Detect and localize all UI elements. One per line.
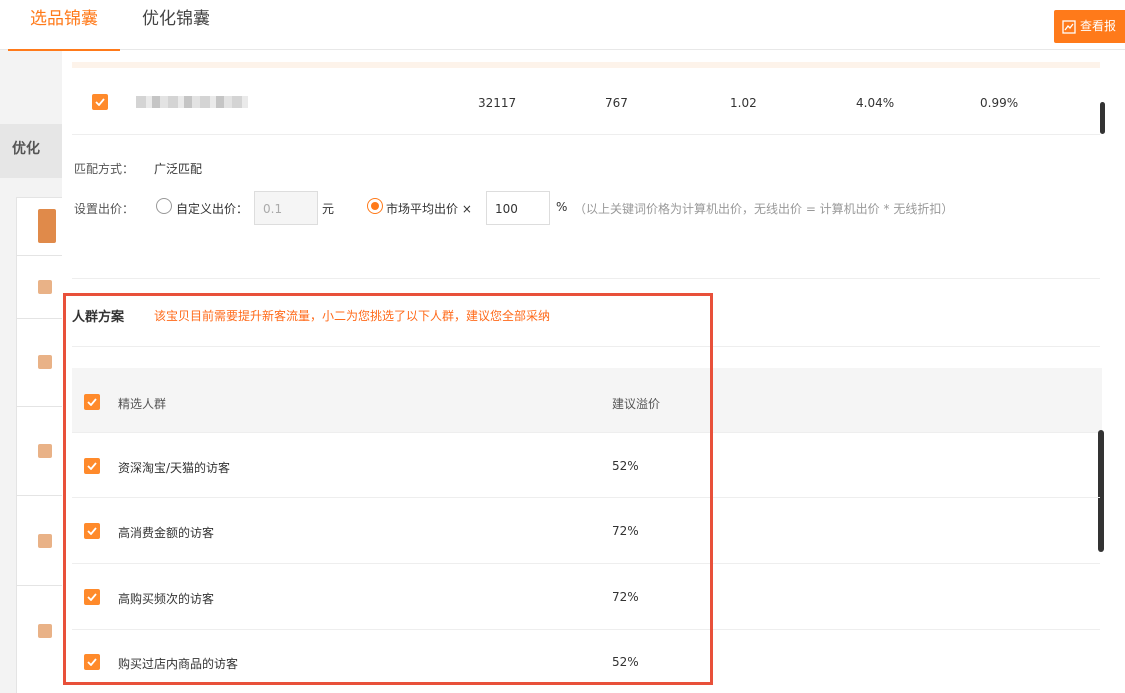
table-header-strip <box>72 62 1100 68</box>
row-divider <box>72 432 1100 433</box>
scrollbar-thumb[interactable] <box>1098 430 1104 552</box>
market-bid-input[interactable]: 100 <box>486 191 550 225</box>
bid-note: （以上关键词价格为计算机出价，无线出价 = 计算机出价 * 无线折扣） <box>574 202 954 216</box>
section-divider <box>72 278 1100 279</box>
crowd-plan-title: 人群方案 <box>72 310 125 325</box>
keyword-cell: 1.02 <box>730 96 757 110</box>
background-title: 优化 <box>12 141 40 157</box>
custom-bid-radio[interactable] <box>156 198 172 214</box>
custom-bid-label: 自定义出价： <box>176 202 249 216</box>
custom-bid-input[interactable]: 0.1 <box>254 191 318 225</box>
crowd-row-price: 72% <box>612 524 639 538</box>
view-report-button[interactable]: 查看报 <box>1054 10 1125 43</box>
keyword-cell: 4.04% <box>856 96 895 110</box>
checkmark-icon <box>87 398 97 406</box>
checkmark-icon <box>87 658 97 666</box>
row-divider <box>72 497 1100 498</box>
tab-product-selection[interactable]: 选品锦囊 <box>8 8 120 51</box>
keyword-cell: 767 <box>605 96 628 110</box>
crowd-row-checkbox[interactable] <box>84 523 100 539</box>
market-bid-label: 市场平均出价 × <box>386 202 472 216</box>
row-divider <box>72 629 1100 630</box>
market-bid-radio[interactable] <box>367 198 383 214</box>
custom-bid-unit: 元 <box>322 202 335 216</box>
row-divider <box>72 134 1100 135</box>
market-bid-unit: % <box>556 200 568 214</box>
match-type-label: 匹配方式： <box>74 162 135 176</box>
background-row-divider <box>16 585 62 586</box>
keyword-text-blurred <box>136 96 248 108</box>
checkmark-icon <box>87 462 97 470</box>
crowd-table-header <box>72 368 1102 432</box>
checkmark-icon <box>87 593 97 601</box>
chart-trend-icon <box>1062 19 1076 34</box>
background-page: 优化 <box>0 50 62 693</box>
section-divider <box>72 346 1100 347</box>
crowd-row-checkbox[interactable] <box>84 654 100 670</box>
select-all-crowd-checkbox[interactable] <box>84 394 100 410</box>
crowd-row-price: 72% <box>612 590 639 604</box>
keyword-row-checkbox[interactable] <box>92 94 108 110</box>
background-row-divider <box>16 406 62 407</box>
crowd-row-name: 资深淘宝/天猫的访客 <box>118 461 231 475</box>
keyword-cell: 32117 <box>478 96 517 110</box>
crowd-row-price: 52% <box>612 655 639 669</box>
background-button <box>38 209 56 243</box>
tab-optimization[interactable]: 优化锦囊 <box>142 8 210 30</box>
keyword-cell: 0.99% <box>980 96 1019 110</box>
background-checkbox <box>38 355 52 369</box>
background-checkbox <box>38 624 52 638</box>
row-divider <box>72 563 1100 564</box>
crowd-header-name: 精选人群 <box>118 397 167 411</box>
crowd-row-checkbox[interactable] <box>84 458 100 474</box>
background-checkbox <box>38 444 52 458</box>
recommendation-panel: 32117 767 1.02 4.04% 0.99% 匹配方式： 广泛匹配 设置… <box>62 50 1125 693</box>
crowd-row-name: 高消费金额的访客 <box>118 526 215 540</box>
background-row-divider <box>16 318 62 319</box>
checkmark-icon <box>87 527 97 535</box>
crowd-row-name: 购买过店内商品的访客 <box>118 657 239 671</box>
crowd-row-price: 52% <box>612 459 639 473</box>
view-report-label: 查看报 <box>1080 19 1117 33</box>
background-row-divider <box>16 255 62 256</box>
crowd-row-checkbox[interactable] <box>84 589 100 605</box>
background-checkbox <box>38 280 52 294</box>
crowd-header-price: 建议溢价 <box>612 397 661 411</box>
crowd-plan-tip: 该宝贝目前需要提升新客流量，小二为您挑选了以下人群，建议您全部采纳 <box>154 309 551 323</box>
bid-label: 设置出价： <box>74 202 135 216</box>
background-row-divider <box>16 495 62 496</box>
scrollbar-thumb[interactable] <box>1100 102 1105 134</box>
match-type-value: 广泛匹配 <box>154 162 203 176</box>
tab-bar: 选品锦囊 优化锦囊 查看报 <box>0 0 1125 51</box>
background-checkbox <box>38 534 52 548</box>
checkmark-icon <box>95 98 105 106</box>
crowd-row-name: 高购买频次的访客 <box>118 592 215 606</box>
